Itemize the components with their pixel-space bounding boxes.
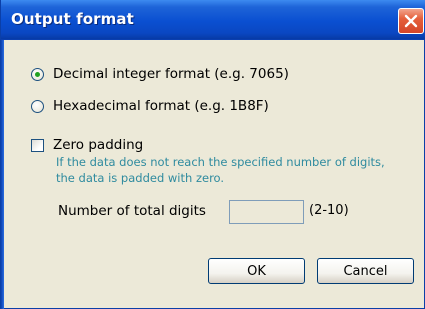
cancel-button[interactable]: Cancel <box>317 258 414 284</box>
total-digits-input[interactable] <box>229 200 304 224</box>
close-button[interactable] <box>398 8 424 34</box>
hexadecimal-option[interactable]: Hexadecimal format (e.g. 1B8F) <box>31 98 269 114</box>
output-format-dialog: Output format Decimal integer format (e.… <box>0 0 425 309</box>
title-bar[interactable]: Output format <box>1 0 425 40</box>
ok-button-label: OK <box>247 263 266 279</box>
zero-padding-checkbox[interactable] <box>31 138 44 152</box>
hexadecimal-label: Hexadecimal format (e.g. 1B8F) <box>53 98 269 114</box>
cancel-button-label: Cancel <box>343 263 388 279</box>
hint-line-2: the data is padded with zero. <box>56 171 225 185</box>
decimal-radio[interactable] <box>31 67 44 81</box>
zero-padding-option[interactable]: Zero padding <box>31 137 143 153</box>
dialog-content: Decimal integer format (e.g. 7065) Hexad… <box>1 40 425 309</box>
hint-line-1: If the data does not reach the specified… <box>56 155 385 169</box>
decimal-label: Decimal integer format (e.g. 7065) <box>53 66 289 82</box>
digits-range-label: (2-10) <box>309 203 349 218</box>
decimal-option[interactable]: Decimal integer format (e.g. 7065) <box>31 66 289 82</box>
total-digits-label: Number of total digits <box>58 203 206 219</box>
zero-padding-label: Zero padding <box>53 137 144 153</box>
ok-button[interactable]: OK <box>208 258 305 284</box>
close-icon <box>404 14 418 28</box>
hexadecimal-radio[interactable] <box>31 99 44 113</box>
zero-padding-hint: If the data does not reach the specified… <box>56 154 425 186</box>
dialog-title: Output format <box>11 10 134 28</box>
